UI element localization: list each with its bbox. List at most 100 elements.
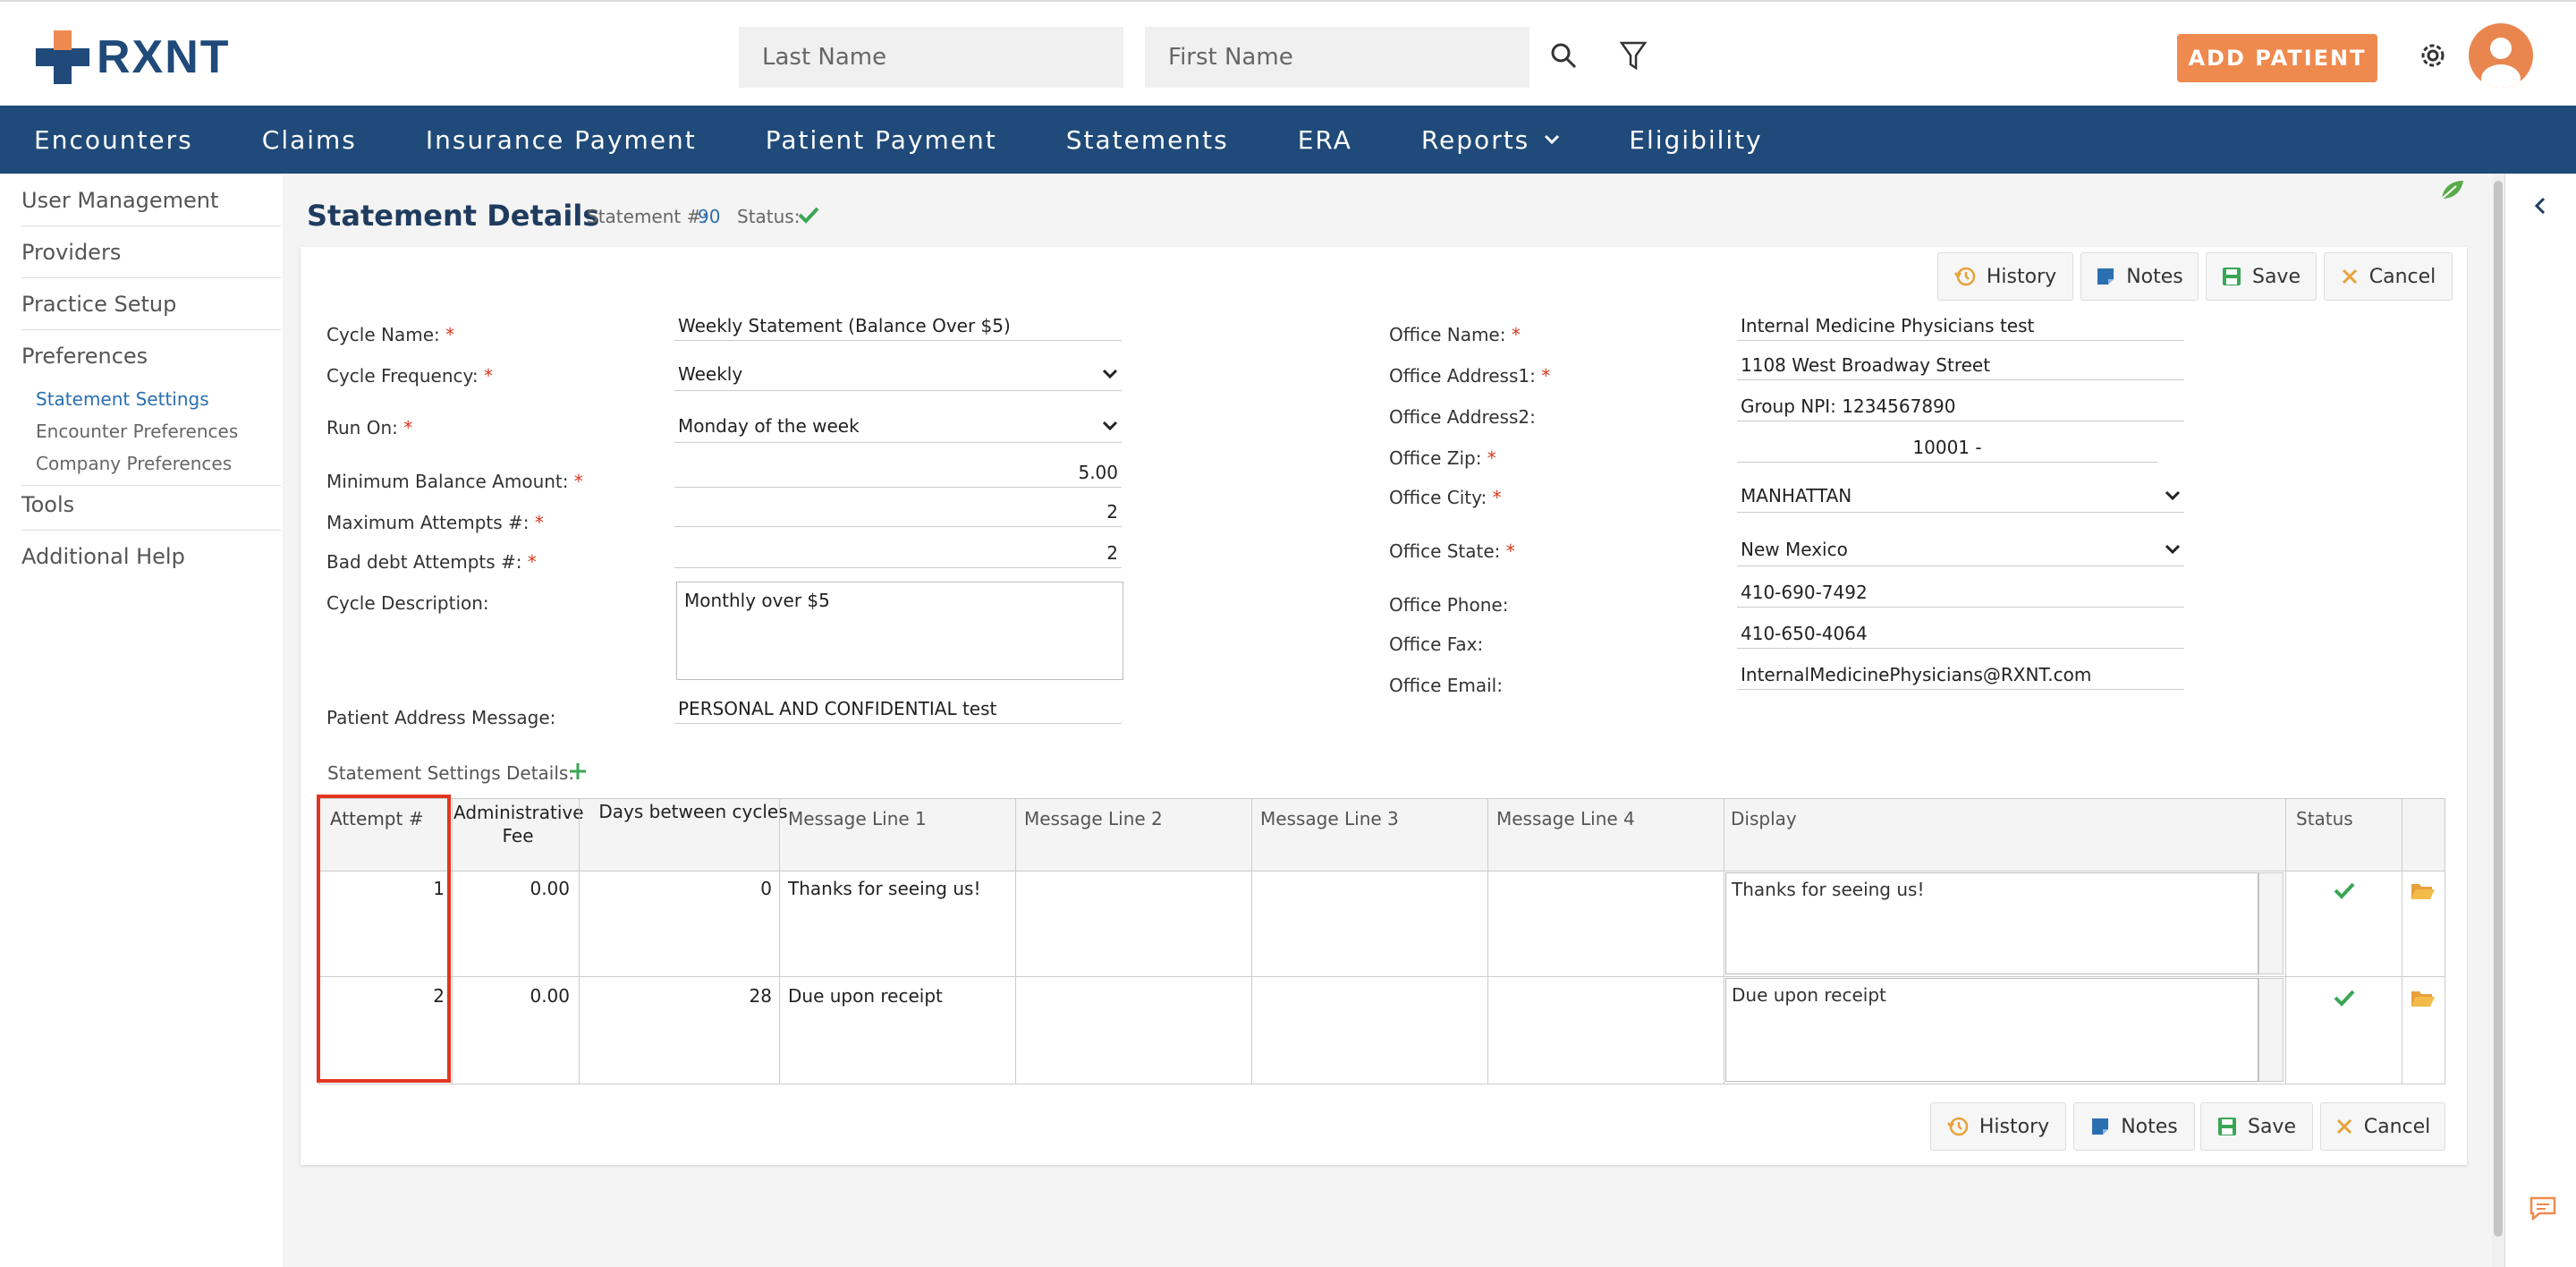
scrollbar-thumb[interactable]	[2494, 181, 2503, 1237]
bad-debt-input[interactable]: 2	[674, 542, 1122, 568]
first-name-input[interactable]	[1145, 27, 1530, 88]
office-name-label: Office Name: *	[1389, 324, 1521, 345]
max-attempts-label: Maximum Attempts #: *	[326, 512, 544, 533]
row2-fee[interactable]: 0.00	[453, 985, 570, 1007]
avatar[interactable]	[2469, 23, 2533, 88]
header-days-between: Days between cycles	[598, 801, 788, 822]
office-email-input[interactable]: InternalMedicinePhysicians@RXNT.com	[1737, 664, 2184, 690]
statement-settings-grid: Attempt # Administrative Fee Days betwee…	[318, 798, 2445, 1084]
add-patient-button[interactable]: ADD PATIENT	[2177, 34, 2377, 82]
chat-icon[interactable]	[2529, 1195, 2557, 1220]
required-mark: *	[445, 324, 455, 345]
nav-reports[interactable]: Reports	[1421, 125, 1560, 155]
notes-button-top[interactable]: Notes	[2080, 252, 2199, 301]
cycle-description-textarea[interactable]: Monthly over $5	[676, 582, 1123, 680]
sidebar-item-additional-help[interactable]: Additional Help	[21, 544, 185, 569]
sidebar-item-user-management[interactable]: User Management	[21, 188, 218, 213]
row1-display[interactable]: Thanks for seeing us!	[1725, 872, 2258, 974]
nav-encounters[interactable]: Encounters	[34, 125, 193, 155]
nav-claims[interactable]: Claims	[262, 125, 357, 155]
row1-days[interactable]: 0	[580, 878, 772, 899]
office-email-label: Office Email:	[1389, 675, 1503, 696]
save-icon	[2217, 1118, 2236, 1135]
nav-eligibility[interactable]: Eligibility	[1629, 125, 1762, 155]
search-icon[interactable]	[1546, 38, 1581, 73]
max-attempts-input[interactable]: 2	[674, 501, 1122, 527]
divider	[1251, 799, 1252, 1084]
min-balance-input[interactable]: 5.00	[674, 462, 1122, 488]
divider	[452, 799, 453, 1084]
header-message-line-1: Message Line 1	[788, 808, 927, 829]
sidebar-sub-company-preferences[interactable]: Company Preferences	[36, 453, 232, 474]
add-icon[interactable]	[569, 762, 587, 780]
rxnt-logo[interactable]: RXNT	[36, 29, 231, 86]
history-button-bottom[interactable]: History	[1930, 1102, 2066, 1151]
main-nav: Encounters Claims Insurance Payment Pati…	[0, 106, 2576, 174]
office-address1-input[interactable]: 1108 West Broadway Street	[1737, 354, 2184, 380]
divider	[2285, 799, 2286, 1084]
header-display: Display	[1731, 808, 1797, 829]
statement-number: 90	[698, 206, 721, 227]
row1-message-line-1[interactable]: Thanks for seeing us!	[788, 878, 980, 899]
vertical-scrollbar[interactable]	[2492, 174, 2504, 1267]
folder-open-icon[interactable]	[2411, 881, 2436, 901]
cancel-label: Cancel	[2368, 265, 2436, 288]
settings-details-label: Statement Settings Details:	[327, 762, 575, 784]
sidebar-item-preferences[interactable]: Preferences	[21, 344, 148, 369]
cycle-frequency-label: Cycle Frequency: *	[326, 365, 493, 387]
divider	[579, 799, 580, 1084]
filter-icon[interactable]	[1615, 38, 1651, 73]
right-panel	[2504, 174, 2576, 1267]
row2-display-scrollbar[interactable]	[2258, 978, 2284, 1082]
office-name-input[interactable]: Internal Medicine Physicians test	[1737, 315, 2184, 341]
row2-display[interactable]: Due upon receipt	[1725, 978, 2258, 1082]
row2-days[interactable]: 28	[580, 985, 772, 1007]
row1-display-scrollbar[interactable]	[2258, 872, 2284, 974]
notes-icon	[2092, 1118, 2109, 1135]
gear-icon[interactable]	[2415, 38, 2451, 73]
run-on-select[interactable]: Monday of the week	[674, 415, 1122, 443]
sidebar-item-providers[interactable]: Providers	[21, 240, 121, 265]
nav-era[interactable]: ERA	[1298, 125, 1352, 155]
cancel-button-bottom[interactable]: Cancel	[2320, 1102, 2445, 1151]
office-phone-input[interactable]: 410-690-7492	[1737, 582, 2184, 608]
required-mark: *	[573, 471, 583, 492]
office-fax-input[interactable]: 410-650-4064	[1737, 623, 2184, 649]
nav-patient-payment[interactable]: Patient Payment	[766, 125, 997, 155]
patient-address-input[interactable]: PERSONAL AND CONFIDENTIAL test	[674, 698, 1122, 724]
sidebar-item-tools[interactable]: Tools	[21, 492, 74, 517]
sidebar-sub-encounter-preferences[interactable]: Encounter Preferences	[36, 421, 238, 442]
required-mark: *	[534, 512, 544, 533]
required-mark: *	[1505, 540, 1515, 562]
save-button-top[interactable]: Save	[2206, 252, 2317, 301]
folder-open-icon[interactable]	[2411, 989, 2436, 1008]
notes-button-bottom[interactable]: Notes	[2073, 1102, 2195, 1151]
chevron-down-icon	[2165, 490, 2181, 501]
row1-fee[interactable]: 0.00	[453, 878, 570, 899]
office-address2-input[interactable]: Group NPI: 1234567890	[1737, 395, 2184, 421]
sidebar: User Management Providers Practice Setup…	[0, 174, 283, 1267]
history-icon	[1953, 267, 1976, 286]
office-city-label: Office City: *	[1389, 487, 1502, 508]
nav-insurance-payment[interactable]: Insurance Payment	[426, 125, 697, 155]
required-mark: *	[483, 365, 493, 387]
office-state-select[interactable]: New Mexico	[1737, 539, 2184, 566]
cancel-button-top[interactable]: Cancel	[2324, 252, 2453, 301]
row2-message-line-1[interactable]: Due upon receipt	[788, 985, 943, 1007]
sidebar-item-practice-setup[interactable]: Practice Setup	[21, 292, 176, 317]
office-city-select[interactable]: MANHATTAN	[1737, 485, 2184, 513]
cycle-name-input[interactable]: Weekly Statement (Balance Over $5)	[674, 315, 1122, 341]
chevron-left-icon[interactable]	[2534, 197, 2546, 215]
max-attempts-label-text: Maximum Attempts #:	[326, 512, 530, 533]
office-fax-label: Office Fax:	[1389, 634, 1484, 655]
required-mark: *	[527, 551, 537, 573]
nav-statements[interactable]: Statements	[1066, 125, 1229, 155]
office-zip-label-text: Office Zip:	[1389, 447, 1482, 469]
history-button-top[interactable]: History	[1937, 252, 2073, 301]
highlight-box	[317, 795, 451, 1083]
office-zip-input[interactable]: 10001 -	[1737, 437, 2157, 463]
sidebar-sub-statement-settings[interactable]: Statement Settings	[36, 388, 209, 410]
last-name-input[interactable]	[739, 27, 1123, 88]
cycle-frequency-select[interactable]: Weekly	[674, 363, 1122, 391]
save-button-bottom[interactable]: Save	[2200, 1102, 2313, 1151]
